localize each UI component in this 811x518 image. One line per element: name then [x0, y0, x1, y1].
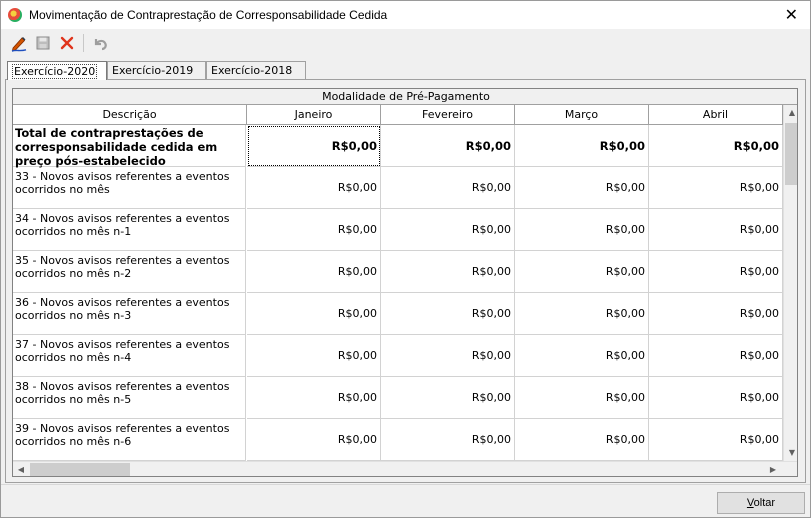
table-row: 34 - Novos avisos referentes a eventos o…: [13, 209, 783, 251]
cell-fevereiro[interactable]: R$0,00: [381, 419, 515, 461]
row-description: 35 - Novos avisos referentes a eventos o…: [13, 251, 246, 293]
voltar-button[interactable]: Voltar: [717, 492, 805, 514]
cell-fevereiro[interactable]: R$0,00: [381, 377, 515, 419]
cell-fevereiro[interactable]: R$0,00: [381, 125, 515, 167]
cell-janeiro[interactable]: R$0,00: [247, 251, 381, 293]
cell-fevereiro[interactable]: R$0,00: [381, 167, 515, 209]
row-description: 38 - Novos avisos referentes a eventos o…: [13, 377, 246, 419]
cell-marco[interactable]: R$0,00: [515, 167, 649, 209]
table-row: 35 - Novos avisos referentes a eventos o…: [13, 251, 783, 293]
table-row: 33 - Novos avisos referentes a eventos o…: [13, 167, 783, 209]
cell-abril[interactable]: R$0,00: [649, 335, 783, 377]
tab-exercicio-2019[interactable]: Exercício-2019: [107, 61, 206, 79]
table-row: 39 - Novos avisos referentes a eventos o…: [13, 419, 783, 461]
vertical-scrollbar[interactable]: ▲ ▼: [783, 105, 797, 461]
save-icon[interactable]: [33, 33, 53, 53]
row-description: 37 - Novos avisos referentes a eventos o…: [13, 335, 246, 377]
main-window: Movimentação de Contraprestação de Corre…: [0, 0, 811, 518]
cell-marco[interactable]: R$0,00: [515, 377, 649, 419]
cell-fevereiro[interactable]: R$0,00: [381, 293, 515, 335]
table-row: 38 - Novos avisos referentes a eventos o…: [13, 377, 783, 419]
table-row: 37 - Novos avisos referentes a eventos o…: [13, 335, 783, 377]
cell-fevereiro[interactable]: R$0,00: [381, 251, 515, 293]
cell-janeiro[interactable]: R$0,00: [247, 293, 381, 335]
scroll-down-icon[interactable]: ▼: [784, 445, 797, 461]
tab-exercicio-2020[interactable]: Exercício-2020: [7, 61, 107, 80]
column-header-abril[interactable]: Abril: [649, 105, 783, 125]
cell-abril[interactable]: R$0,00: [649, 377, 783, 419]
scroll-right-icon[interactable]: ▶: [765, 462, 781, 476]
voltar-label: oltar: [753, 497, 776, 509]
cell-janeiro[interactable]: R$0,00: [247, 209, 381, 251]
scroll-left-icon[interactable]: ◀: [13, 462, 29, 476]
column-header-descricao[interactable]: Descrição: [13, 105, 247, 125]
footer-bar: Voltar: [1, 484, 810, 518]
close-button[interactable]: ✕: [785, 5, 798, 24]
cell-marco[interactable]: R$0,00: [515, 293, 649, 335]
cell-janeiro[interactable]: R$0,00: [247, 335, 381, 377]
row-description: 33 - Novos avisos referentes a eventos o…: [13, 167, 246, 209]
tab-label: Exercício-2019: [112, 64, 194, 77]
row-description: 36 - Novos avisos referentes a eventos o…: [13, 293, 246, 335]
tab-exercicio-2018[interactable]: Exercício-2018: [206, 61, 306, 79]
cell-marco[interactable]: R$0,00: [515, 125, 649, 167]
cell-fevereiro[interactable]: R$0,00: [381, 209, 515, 251]
toolbar: [1, 30, 810, 56]
cell-janeiro[interactable]: R$0,00: [247, 377, 381, 419]
cell-janeiro[interactable]: R$0,00: [247, 125, 381, 167]
table-row-total: Total de contraprestações de corresponsa…: [13, 125, 783, 168]
group-header: Modalidade de Pré-Pagamento: [13, 89, 797, 105]
cell-marco[interactable]: R$0,00: [515, 209, 649, 251]
cell-janeiro[interactable]: R$0,00: [247, 419, 381, 461]
scroll-up-icon[interactable]: ▲: [784, 105, 797, 121]
cell-abril[interactable]: R$0,00: [649, 251, 783, 293]
voltar-accelerator: V: [746, 497, 754, 509]
column-header-fevereiro[interactable]: Fevereiro: [381, 105, 515, 125]
cell-abril[interactable]: R$0,00: [649, 125, 783, 167]
horizontal-scrollbar[interactable]: ◀ ▶: [13, 461, 797, 476]
column-header-marco[interactable]: Março: [515, 105, 649, 125]
undo-icon[interactable]: [90, 33, 110, 53]
cell-fevereiro[interactable]: R$0,00: [381, 335, 515, 377]
cell-marco[interactable]: R$0,00: [515, 419, 649, 461]
cell-abril[interactable]: R$0,00: [649, 167, 783, 209]
row-description: Total de contraprestações de corresponsa…: [13, 125, 246, 168]
cell-janeiro[interactable]: R$0,00: [247, 167, 381, 209]
tab-label: Exercício-2020: [12, 63, 98, 79]
tab-label: Exercício-2018: [211, 64, 293, 77]
toolbar-separator: [83, 34, 84, 52]
cell-abril[interactable]: R$0,00: [649, 419, 783, 461]
row-description: 34 - Novos avisos referentes a eventos o…: [13, 209, 246, 251]
title-bar: Movimentação de Contraprestação de Corre…: [1, 1, 810, 29]
delete-icon[interactable]: [57, 33, 77, 53]
row-description: 39 - Novos avisos referentes a eventos o…: [13, 419, 246, 461]
horizontal-scroll-thumb[interactable]: [30, 463, 130, 476]
cell-abril[interactable]: R$0,00: [649, 209, 783, 251]
table-row: 36 - Novos avisos referentes a eventos o…: [13, 293, 783, 335]
edit-icon[interactable]: [9, 33, 29, 53]
cell-marco[interactable]: R$0,00: [515, 251, 649, 293]
data-grid: Modalidade de Pré-Pagamento Descrição Ja…: [12, 88, 798, 477]
cell-abril[interactable]: R$0,00: [649, 293, 783, 335]
tab-strip: Exercício-2020 Exercício-2019 Exercício-…: [7, 61, 306, 80]
column-header-janeiro[interactable]: Janeiro: [247, 105, 381, 125]
window-title: Movimentação de Contraprestação de Corre…: [29, 8, 388, 22]
app-icon: [8, 8, 22, 22]
vertical-scroll-thumb[interactable]: [785, 123, 797, 185]
cell-marco[interactable]: R$0,00: [515, 335, 649, 377]
